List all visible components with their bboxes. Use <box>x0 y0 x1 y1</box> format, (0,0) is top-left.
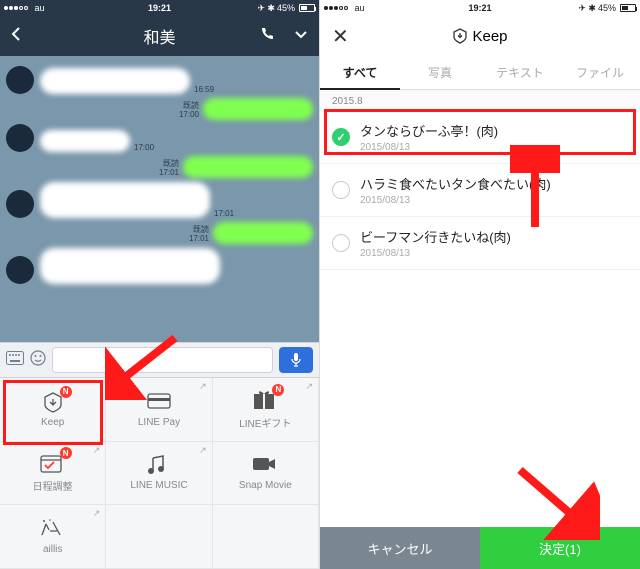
checkbox-icon[interactable] <box>332 181 350 199</box>
chat-title: 和美 <box>143 24 175 48</box>
share-icon: ↗ <box>305 381 313 392</box>
share-icon: ↗ <box>93 508 101 519</box>
keep-header: ✕ Keep <box>320 16 640 56</box>
chat-screen: au 19:21 ✈ ✱ 45% 和美 16:59 既読17:00 17:00 … <box>0 0 320 569</box>
cancel-button[interactable]: キャンセル <box>320 527 480 569</box>
emoji-icon[interactable] <box>30 350 46 371</box>
keep-icon <box>452 28 468 44</box>
call-icon[interactable] <box>259 26 275 47</box>
share-icon: ↗ <box>199 445 207 456</box>
attach-linepay[interactable]: ↗ LINE Pay <box>106 378 212 442</box>
chat-body: 16:59 既読17:00 17:00 既読17:01 17:01 既読17:0… <box>0 56 319 342</box>
tab-photo[interactable]: 写真 <box>400 56 480 89</box>
status-bar: au 19:21 ✈ ✱ 45% <box>320 0 640 16</box>
avatar[interactable] <box>6 256 34 284</box>
avatar[interactable] <box>6 190 34 218</box>
keep-screen: au 19:21 ✈ ✱ 45% ✕ Keep すべて 写真 テキスト ファイル… <box>320 0 640 569</box>
back-icon[interactable] <box>10 26 22 47</box>
tab-file[interactable]: ファイル <box>560 56 640 89</box>
mic-button[interactable] <box>279 347 313 373</box>
checkbox-icon[interactable] <box>332 128 350 146</box>
keep-item[interactable]: ハラミ食べたいタン食べたい(肉)2015/08/13 <box>320 164 640 217</box>
footer-buttons: キャンセル 決定(1) <box>320 527 640 569</box>
tab-text[interactable]: テキスト <box>480 56 560 89</box>
avatar[interactable] <box>6 66 34 94</box>
keep-item[interactable]: ビーフマン行きたいね(肉)2015/08/13 <box>320 217 640 270</box>
message-input[interactable] <box>52 347 273 373</box>
menu-down-icon[interactable] <box>293 26 309 47</box>
share-icon: ↗ <box>199 381 207 392</box>
chat-header: 和美 <box>0 16 319 56</box>
confirm-button[interactable]: 決定(1) <box>480 527 640 569</box>
attach-gift[interactable]: ↗ N LINEギフト <box>213 378 319 442</box>
attach-keep[interactable]: N Keep <box>0 378 106 442</box>
avatar[interactable] <box>6 124 34 152</box>
attach-snapmovie[interactable]: Snap Movie <box>213 442 319 506</box>
attach-schedule[interactable]: ↗ N 日程調整 <box>0 442 106 506</box>
attachment-grid: N Keep ↗ LINE Pay ↗ N LINEギフト ↗ N 日程調整 ↗… <box>0 378 319 569</box>
status-bar: au 19:21 ✈ ✱ 45% <box>0 0 319 16</box>
keyboard-icon[interactable] <box>6 351 24 370</box>
close-icon[interactable]: ✕ <box>332 24 349 49</box>
share-icon: ↗ <box>93 445 101 456</box>
keep-tabs: すべて 写真 テキスト ファイル <box>320 56 640 90</box>
attach-aillis[interactable]: ↗ aillis <box>0 505 106 569</box>
attach-music[interactable]: ↗ LINE MUSIC <box>106 442 212 506</box>
keep-item[interactable]: タンならびーふ亭！(肉)2015/08/13 <box>320 111 640 164</box>
section-header: 2015.8 <box>320 90 640 111</box>
checkbox-icon[interactable] <box>332 234 350 252</box>
input-bar <box>0 342 319 378</box>
tab-all[interactable]: すべて <box>320 56 400 89</box>
